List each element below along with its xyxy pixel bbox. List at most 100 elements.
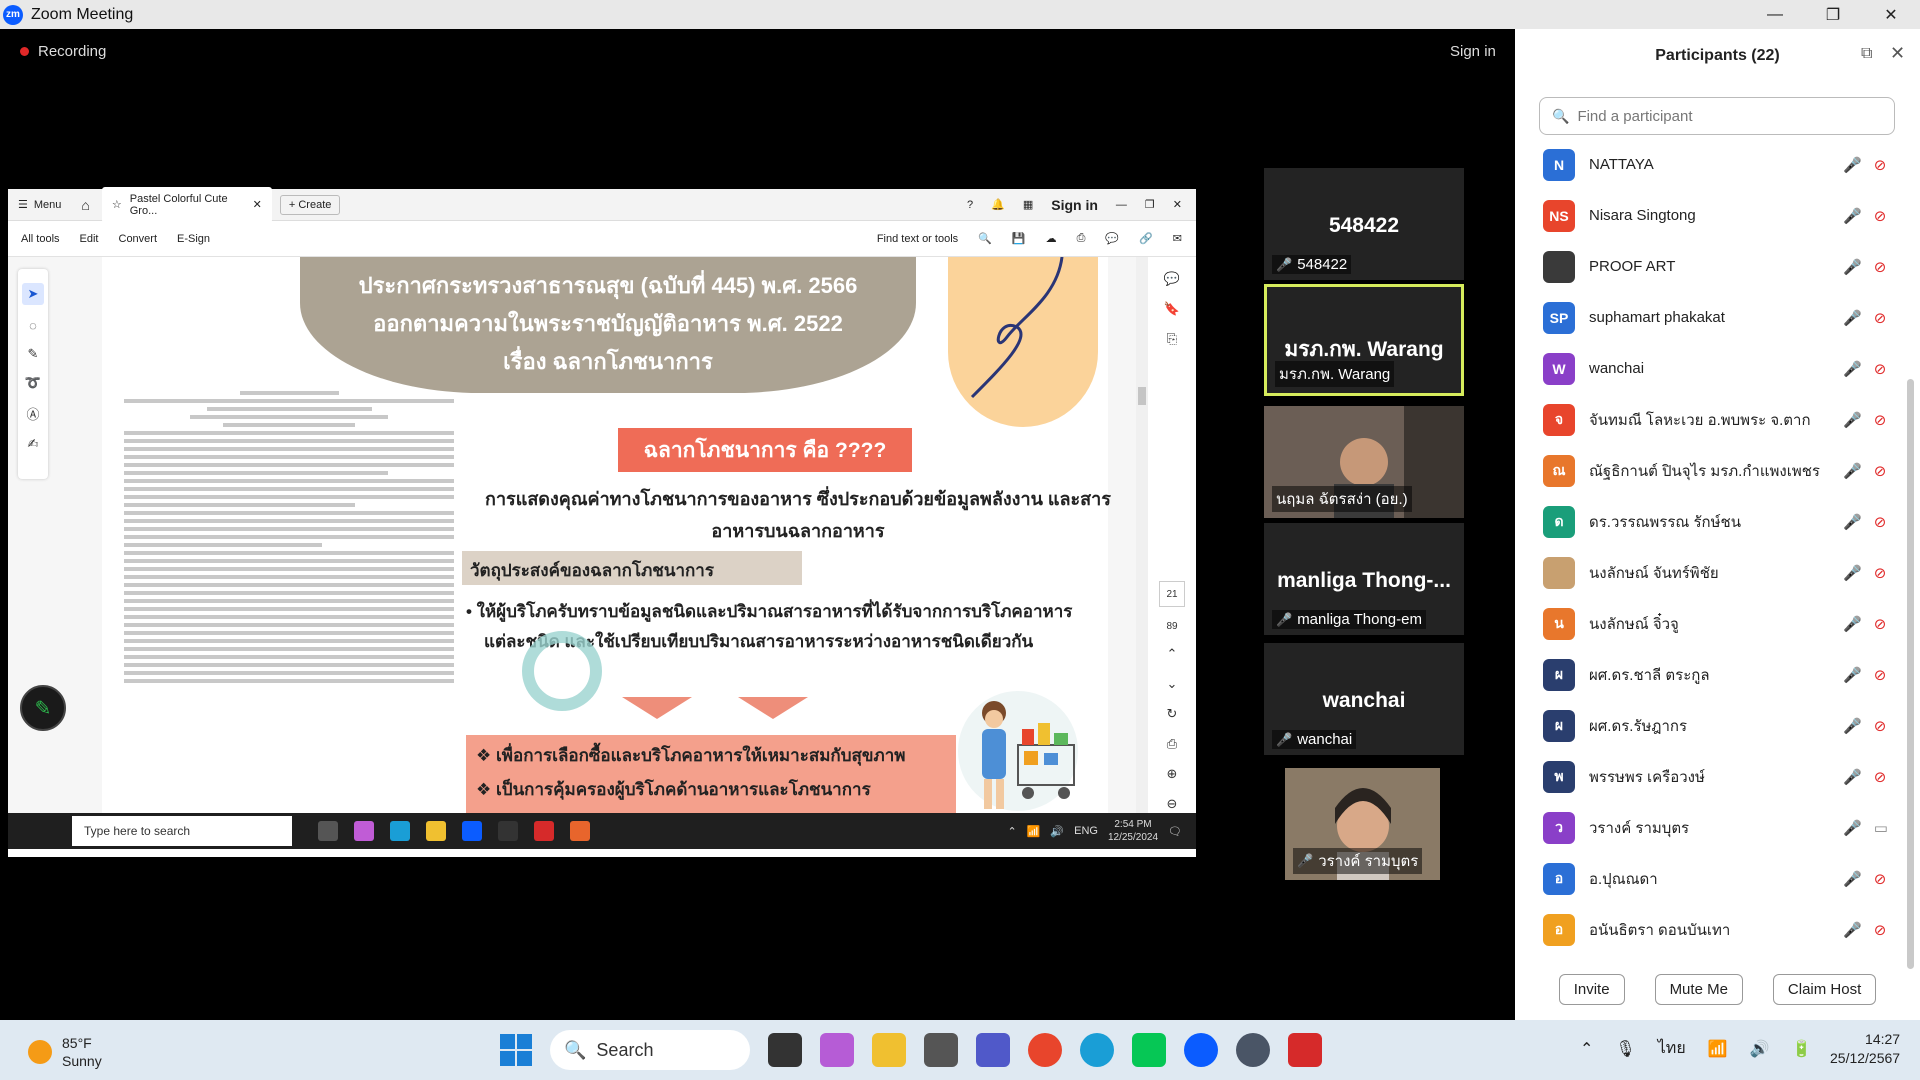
document-tab[interactable]: ☆ Pastel Colorful Cute Gro... ✕ xyxy=(101,186,272,223)
video-tile[interactable]: manliga Thong-... 🎤 manliga Thong-em xyxy=(1264,523,1464,635)
participant-row[interactable]: ผ ผศ.ดร.รัษฎากร 🎤 ⊘ xyxy=(1515,700,1905,751)
taskbar-search[interactable]: 🔍 Search xyxy=(550,1030,750,1070)
video-camera-icon[interactable]: ▭ xyxy=(1874,819,1888,837)
pages-icon[interactable]: ⎘ xyxy=(1167,331,1177,347)
comment-icon[interactable]: 💬 xyxy=(1105,232,1119,245)
video-off-icon[interactable]: ⊘ xyxy=(1874,411,1887,429)
mute-me-button[interactable]: Mute Me xyxy=(1654,974,1743,1005)
video-off-icon[interactable]: ⊘ xyxy=(1874,717,1887,735)
volume-icon[interactable]: 🔊 xyxy=(1050,825,1064,838)
language-indicator[interactable]: ไทย xyxy=(1658,1036,1686,1061)
minimize-button[interactable]: — xyxy=(1746,0,1804,29)
powerpoint-icon[interactable] xyxy=(570,821,590,841)
text-box-tool-icon[interactable]: Ⓐ xyxy=(26,404,39,423)
link-icon[interactable]: 🔗 xyxy=(1139,232,1153,245)
windows-start-icon[interactable] xyxy=(500,1034,532,1066)
pen-tool-icon[interactable]: ✎ xyxy=(28,346,39,362)
select-tool-icon[interactable]: ➤ xyxy=(22,283,44,305)
mic-muted-icon[interactable]: 🎤 xyxy=(1843,564,1862,582)
battery-icon[interactable]: 🔋 xyxy=(1792,1039,1812,1059)
participant-scrollbar[interactable] xyxy=(1907,139,1914,979)
create-button[interactable]: + Create xyxy=(279,194,341,215)
search-icon[interactable]: 🔍 xyxy=(978,232,992,245)
mic-muted-icon[interactable]: 🎤 xyxy=(1843,309,1862,327)
participant-row[interactable]: NS Nisara Singtong 🎤 ⊘ xyxy=(1515,190,1905,241)
comments-panel-icon[interactable]: 💬 xyxy=(1164,271,1180,287)
edge-icon[interactable] xyxy=(1080,1033,1114,1067)
settings-gear-icon[interactable] xyxy=(1236,1033,1270,1067)
file-explorer-icon[interactable] xyxy=(426,821,446,841)
video-off-icon[interactable]: ⊘ xyxy=(1874,870,1887,888)
video-off-icon[interactable]: ⊘ xyxy=(1874,360,1887,378)
zoom-out-icon[interactable]: ⊖ xyxy=(1167,796,1178,812)
annotate-pen-button[interactable]: ✎ xyxy=(20,685,66,731)
video-off-icon[interactable]: ⊘ xyxy=(1874,921,1887,939)
video-off-icon[interactable]: ⊘ xyxy=(1874,513,1887,531)
participant-row[interactable]: นงลักษณ์ จันทร์พิชัย 🎤 ⊘ xyxy=(1515,547,1905,598)
participant-row[interactable]: น นงลักษณ์ จิ๋วจู 🎤 ⊘ xyxy=(1515,598,1905,649)
participant-search-input[interactable]: 🔍 Find a participant xyxy=(1539,97,1895,135)
mic-muted-icon[interactable]: 🎤 xyxy=(1843,207,1862,225)
mic-muted-icon[interactable]: 🎤 xyxy=(1843,462,1862,480)
apps-grid-icon[interactable]: ▦ xyxy=(1023,198,1033,211)
shared-taskbar-search[interactable]: Type here to search xyxy=(72,816,292,846)
toolbar-convert[interactable]: Convert xyxy=(119,233,158,245)
mic-muted-icon[interactable]: 🎤 xyxy=(1843,768,1862,786)
star-icon[interactable]: ☆ xyxy=(112,198,122,211)
acrobat-app-icon[interactable] xyxy=(534,821,554,841)
recording-indicator[interactable]: Recording xyxy=(20,43,106,60)
video-off-icon[interactable]: ⊘ xyxy=(1874,462,1887,480)
upload-icon[interactable]: ☁ xyxy=(1046,232,1057,245)
shared-lang-indicator[interactable]: ENG xyxy=(1074,825,1098,837)
close-window-button[interactable]: ✕ xyxy=(1862,0,1920,29)
copilot-icon[interactable] xyxy=(820,1033,854,1067)
participant-row[interactable]: PROOF ART 🎤 ⊘ xyxy=(1515,241,1905,292)
video-tile[interactable]: wanchai 🎤 wanchai xyxy=(1264,643,1464,755)
fit-page-icon[interactable]: ⎙ xyxy=(1167,736,1177,752)
task-view-icon[interactable] xyxy=(318,821,338,841)
close-tab-icon[interactable]: ✕ xyxy=(253,198,262,211)
zoom-icon[interactable] xyxy=(1184,1033,1218,1067)
video-tile-camera[interactable]: นฤมล ฉัตรสง่า (อย.) xyxy=(1264,406,1464,518)
video-off-icon[interactable]: ⊘ xyxy=(1874,615,1887,633)
video-tile[interactable]: 548422 🎤 548422 xyxy=(1264,168,1464,280)
volume-icon[interactable]: 🔊 xyxy=(1750,1039,1770,1059)
participant-row[interactable]: อ อนันธิตรา ดอนบันเทา 🎤 ⊘ xyxy=(1515,904,1905,955)
video-tile-camera[interactable]: 🎤 วรางค์ รามบุตร xyxy=(1285,768,1440,880)
acrobat-menu-button[interactable]: ☰ Menu xyxy=(18,198,61,212)
comment-tool-icon[interactable]: ◌ xyxy=(29,318,37,333)
mic-muted-icon[interactable]: 🎤 xyxy=(1843,615,1862,633)
claim-host-button[interactable]: Claim Host xyxy=(1772,974,1877,1005)
close-panel-icon[interactable]: ✕ xyxy=(1890,43,1905,64)
sign-in-link[interactable]: Sign in xyxy=(1450,43,1496,60)
invite-button[interactable]: Invite xyxy=(1558,974,1625,1005)
video-off-icon[interactable]: ⊘ xyxy=(1874,564,1887,582)
network-icon[interactable]: 📶 xyxy=(1027,825,1041,838)
participant-row[interactable]: SP suphamart phakakat 🎤 ⊘ xyxy=(1515,292,1905,343)
zoom-app-icon[interactable] xyxy=(462,821,482,841)
mic-muted-icon[interactable]: 🎤 xyxy=(1843,819,1862,837)
help-icon[interactable]: ? xyxy=(967,199,973,211)
page-up-icon[interactable]: ⌃ xyxy=(1167,646,1178,662)
participant-row[interactable]: พ พรรษพร เครือวงษ์ 🎤 ⊘ xyxy=(1515,751,1905,802)
mic-muted-icon[interactable]: 🎤 xyxy=(1843,513,1862,531)
video-off-icon[interactable]: ⊘ xyxy=(1874,666,1887,684)
tray-chevron-icon[interactable]: ⌃ xyxy=(1008,825,1017,838)
weather-widget[interactable]: 85°F Sunny xyxy=(28,1034,102,1070)
taskbar-clock[interactable]: 14:27 25/12/2567 xyxy=(1830,1030,1900,1068)
participant-row[interactable]: ผ ผศ.ดร.ชาลี ตระกูล 🎤 ⊘ xyxy=(1515,649,1905,700)
document-scrollbar[interactable] xyxy=(1136,257,1148,813)
line-icon[interactable] xyxy=(1132,1033,1166,1067)
app-icon[interactable] xyxy=(498,821,518,841)
zoom-in-icon[interactable]: ⊕ xyxy=(1167,766,1178,782)
acrobat-icon[interactable] xyxy=(1288,1033,1322,1067)
current-page-number[interactable]: 21 xyxy=(1159,581,1185,607)
camera-icon[interactable] xyxy=(924,1033,958,1067)
task-view-icon[interactable] xyxy=(768,1033,802,1067)
toolbar-esign[interactable]: E-Sign xyxy=(177,233,210,245)
participant-row[interactable]: Wwanchai 🎤 ⊘ xyxy=(1515,343,1905,394)
shared-clock[interactable]: 2:54 PM 12/25/2024 xyxy=(1108,818,1158,844)
participant-row[interactable]: จ จันทมณี โลหะเวย อ.พบพระ จ.ตาก 🎤 ⊘ xyxy=(1515,394,1905,445)
home-icon[interactable]: ⌂ xyxy=(81,197,89,213)
mic-muted-icon[interactable]: 🎤 xyxy=(1843,870,1862,888)
